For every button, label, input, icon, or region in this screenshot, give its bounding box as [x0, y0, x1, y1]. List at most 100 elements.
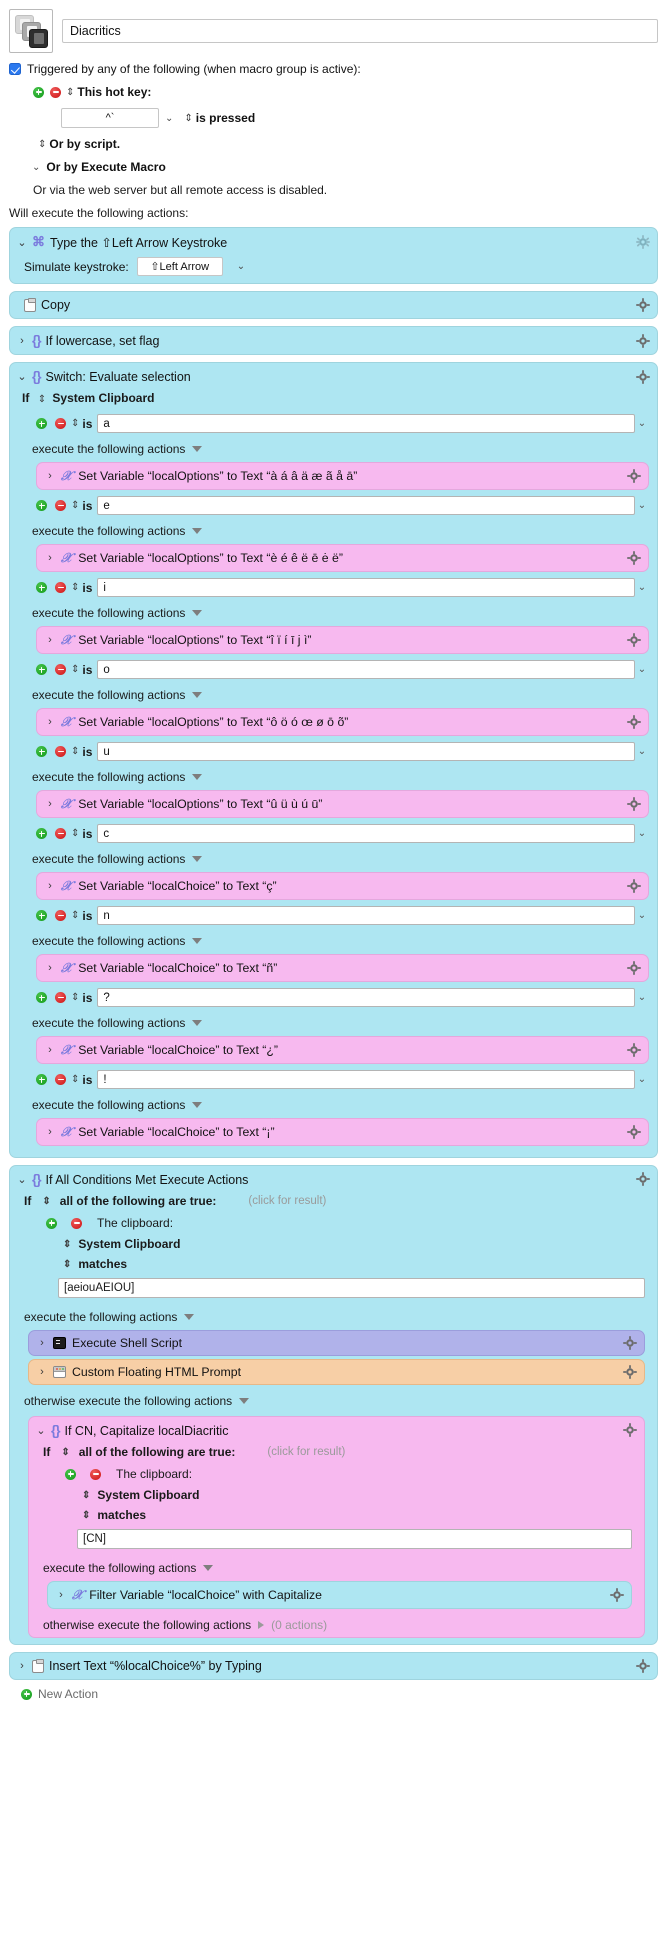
chevron-down-icon[interactable]: ⌄	[635, 992, 649, 1003]
plus-icon[interactable]	[21, 1688, 32, 1700]
execute-actions-label-row[interactable]: execute the following actions	[10, 1304, 657, 1327]
disclosure-open-icon[interactable]: ⌄	[17, 236, 27, 249]
action-execute-shell-script[interactable]: › Execute Shell Script	[28, 1330, 645, 1356]
add-condition-button[interactable]	[46, 1217, 57, 1229]
case-value-input[interactable]: e	[97, 496, 635, 515]
triangle-down-icon[interactable]	[184, 1314, 195, 1320]
nested-condition-match-input[interactable]: [CN]	[77, 1529, 632, 1549]
add-case-button[interactable]	[36, 582, 47, 593]
remove-case-button[interactable]	[55, 500, 66, 511]
disclosure-closed-icon[interactable]: ›	[37, 1366, 47, 1378]
updown-icon[interactable]: ⇕	[71, 992, 79, 1003]
action-set-variable[interactable]: › 𝒳 Set Variable “localChoice” to Text “¿”	[36, 1036, 649, 1064]
action-set-variable[interactable]: › 𝒳 Set Variable “localChoice” to Text “ç”	[36, 872, 649, 900]
case-value-input[interactable]: ?	[97, 988, 635, 1007]
action-header[interactable]: Copy	[10, 292, 657, 318]
triangle-down-icon[interactable]	[192, 1020, 203, 1026]
add-case-button[interactable]	[36, 910, 47, 921]
triangle-down-icon[interactable]	[192, 528, 203, 534]
case-value-input[interactable]: !	[97, 1070, 635, 1089]
chevron-down-icon[interactable]: ⌄	[635, 1074, 649, 1085]
disclosure-closed-icon[interactable]: ›	[45, 552, 55, 564]
chevron-down-icon[interactable]: ⌄	[635, 664, 649, 675]
otherwise-label-row[interactable]: otherwise execute the following actions	[10, 1388, 657, 1413]
add-case-button[interactable]	[36, 664, 47, 675]
triangle-down-icon[interactable]	[192, 692, 203, 698]
gear-icon[interactable]	[636, 235, 650, 249]
disclosure-closed-icon[interactable]: ›	[45, 470, 55, 482]
case-value-input[interactable]: i	[97, 578, 635, 597]
chevron-down-icon[interactable]: ⌄	[635, 418, 649, 429]
updown-icon[interactable]: ⇕	[66, 87, 74, 98]
remove-case-button[interactable]	[55, 418, 66, 429]
case-execute-label-row[interactable]: execute the following actions	[18, 518, 649, 541]
updown-icon[interactable]: ⇕	[71, 500, 79, 511]
case-value-input[interactable]: u	[97, 742, 635, 761]
action-if-cn-capitalize[interactable]: ⌄ {} If CN, Capitalize localDiacritic If…	[28, 1416, 645, 1638]
disclosure-closed-icon[interactable]: ›	[37, 1337, 47, 1349]
action-set-variable[interactable]: › 𝒳 Set Variable “localChoice” to Text “¡”	[36, 1118, 649, 1146]
remove-case-button[interactable]	[55, 746, 66, 757]
execute-macro-trigger-row[interactable]: ⌄ Or by Execute Macro	[9, 160, 658, 174]
action-set-variable[interactable]: › 𝒳 Set Variable “localOptions” to Text “è…	[36, 544, 649, 572]
disclosure-closed-icon[interactable]: ›	[45, 798, 55, 810]
remove-condition-button[interactable]	[90, 1468, 101, 1480]
add-case-button[interactable]	[36, 992, 47, 1003]
disclosure-closed-icon[interactable]: ›	[56, 1589, 66, 1601]
click-for-result-link[interactable]: (click for result)	[267, 1446, 345, 1458]
macro-name-input[interactable]: Diacritics	[62, 19, 658, 43]
add-case-button[interactable]	[36, 746, 47, 757]
remove-case-button[interactable]	[55, 582, 66, 593]
gear-icon[interactable]	[627, 879, 641, 893]
remove-case-button[interactable]	[55, 992, 66, 1003]
hotkey-input[interactable]: ^`	[61, 108, 159, 128]
updown-icon[interactable]: ⇕	[63, 1239, 71, 1250]
gear-icon[interactable]	[636, 1172, 650, 1186]
action-header[interactable]: ⌄ {} If All Conditions Met Execute Actio…	[10, 1166, 657, 1192]
action-filter-variable[interactable]: › 𝒳 Filter Variable “localChoice” with C…	[47, 1581, 632, 1609]
updown-icon[interactable]: ⇕	[38, 394, 46, 405]
remove-case-button[interactable]	[55, 910, 66, 921]
case-value-input[interactable]: n	[97, 906, 635, 925]
case-execute-label-row[interactable]: execute the following actions	[18, 436, 649, 459]
keystroke-combo[interactable]: ⇧Left Arrow	[136, 257, 223, 276]
gear-icon[interactable]	[627, 1043, 641, 1057]
case-value-input[interactable]: o	[97, 660, 635, 679]
trigger-enable-row[interactable]: Triggered by any of the following (when …	[9, 62, 658, 76]
condition-operator-row[interactable]: ⇕ matches	[10, 1253, 657, 1273]
chevron-down-icon[interactable]: ⌄	[635, 746, 649, 757]
chevron-down-icon[interactable]: ⌄	[635, 582, 649, 593]
updown-icon[interactable]: ⇕	[71, 1074, 79, 1085]
disclosure-closed-icon[interactable]: ›	[17, 335, 27, 347]
gear-icon[interactable]	[636, 1659, 650, 1673]
new-action-button[interactable]: New Action	[9, 1680, 658, 1701]
gear-icon[interactable]	[627, 797, 641, 811]
disclosure-closed-icon[interactable]: ›	[17, 1660, 27, 1672]
updown-icon[interactable]: ⇕	[71, 746, 79, 757]
gear-icon[interactable]	[627, 715, 641, 729]
add-case-button[interactable]	[36, 418, 47, 429]
disclosure-closed-icon[interactable]: ›	[45, 880, 55, 892]
action-set-variable[interactable]: › 𝒳 Set Variable “localOptions” to Text “û…	[36, 790, 649, 818]
updown-icon[interactable]: ⇕	[82, 1490, 90, 1501]
case-execute-label-row[interactable]: execute the following actions	[18, 928, 649, 951]
disclosure-closed-icon[interactable]: ›	[45, 1126, 55, 1138]
chevron-down-icon[interactable]: ⌄	[165, 113, 173, 124]
updown-icon[interactable]: ⇕	[71, 418, 79, 429]
gear-icon[interactable]	[627, 551, 641, 565]
updown-icon[interactable]: ⇕	[61, 1447, 69, 1458]
chevron-down-icon[interactable]: ⌄	[635, 500, 649, 511]
triangle-down-icon[interactable]	[192, 1102, 203, 1108]
updown-icon[interactable]: ⇕	[63, 1259, 71, 1270]
triangle-down-icon[interactable]	[192, 446, 203, 452]
chevron-down-icon[interactable]: ⌄	[237, 261, 245, 272]
updown-icon[interactable]: ⇕	[184, 113, 192, 124]
action-set-variable[interactable]: › 𝒳 Set Variable “localOptions” to Text “î…	[36, 626, 649, 654]
case-execute-label-row[interactable]: execute the following actions	[18, 846, 649, 869]
triangle-right-icon[interactable]	[258, 1621, 265, 1629]
case-execute-label-row[interactable]: execute the following actions	[18, 682, 649, 705]
updown-icon[interactable]: ⇕	[38, 139, 46, 150]
action-if-all-conditions[interactable]: ⌄ {} If All Conditions Met Execute Actio…	[9, 1165, 658, 1645]
add-case-button[interactable]	[36, 828, 47, 839]
updown-icon[interactable]: ⇕	[82, 1510, 90, 1521]
